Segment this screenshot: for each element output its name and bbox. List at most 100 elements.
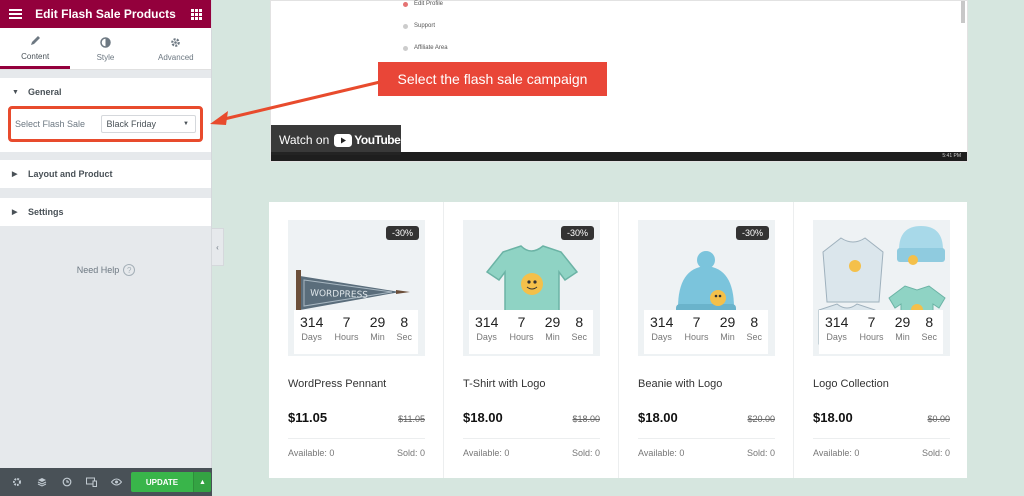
chevron-left-icon: ‹ xyxy=(216,242,219,252)
youtube-play-icon xyxy=(334,133,353,147)
tab-style[interactable]: Style xyxy=(70,28,140,69)
countdown-value: 29 xyxy=(544,314,561,330)
product-image[interactable]: 314 Days 7 Hours 29 Min 8 Sec xyxy=(813,220,950,356)
countdown-sec: 8 Sec xyxy=(571,314,587,354)
product-image[interactable]: -30% 314 Days 7 Hours 29 Min 8 Sec xyxy=(638,220,775,356)
settings-gear-icon[interactable] xyxy=(4,468,29,496)
caret-right-icon: ▶ xyxy=(12,209,18,216)
countdown-value: 8 xyxy=(400,314,409,330)
discount-badge: -30% xyxy=(560,226,594,240)
countdown-min: 29 Min xyxy=(545,314,561,354)
product-card[interactable]: -30% 314 Days 7 Hours 29 Min 8 Sec T-Shirt w… xyxy=(444,202,619,478)
countdown-value: 8 xyxy=(575,314,584,330)
history-icon[interactable] xyxy=(54,468,79,496)
panel-tabs: Content Style Advanced xyxy=(0,28,211,70)
video-menu-label: Support xyxy=(414,23,436,29)
section-layout-toggle[interactable]: ▶ Layout and Product xyxy=(0,160,211,188)
product-card[interactable]: 314 Days 7 Hours 29 Min 8 Sec Logo Collectio… xyxy=(794,202,968,478)
gear-icon xyxy=(170,35,181,49)
countdown-unit: Min xyxy=(545,332,560,342)
section-general-toggle[interactable]: ▼ General xyxy=(0,78,211,106)
tab-advanced-label: Advanced xyxy=(158,53,194,62)
video-menu-item: Affiliate Area xyxy=(403,45,448,51)
product-image[interactable]: -30% 314 Days 7 Hours 29 Min 8 Sec xyxy=(463,220,600,356)
navigator-layers-icon[interactable] xyxy=(29,468,54,496)
product-prices: $18.00 $0.00 xyxy=(813,410,950,425)
hamburger-menu-icon[interactable] xyxy=(0,9,30,19)
section-settings-toggle[interactable]: ▶ Settings xyxy=(0,198,211,226)
tab-advanced[interactable]: Advanced xyxy=(141,28,211,69)
stock-info: Available: 0 Sold: 0 xyxy=(638,448,775,458)
update-options-caret-icon[interactable]: ▲ xyxy=(193,472,211,492)
panel-collapse-handle[interactable]: ‹ xyxy=(212,228,224,266)
countdown-value: 314 xyxy=(475,314,499,330)
divider xyxy=(288,438,425,439)
need-help-link[interactable]: Need Help ? xyxy=(0,264,212,276)
product-image[interactable]: WORDPRESS -30% 314 Days 7 Hours 29 Min 8 Sec xyxy=(288,220,425,356)
regular-price: $20.00 xyxy=(747,414,775,424)
update-button[interactable]: UPDATE xyxy=(131,472,193,492)
divider xyxy=(638,438,775,439)
watch-on-label: Watch on xyxy=(279,133,330,147)
countdown-unit: Hours xyxy=(684,332,709,342)
countdown-value: 29 xyxy=(894,314,911,330)
countdown-timer: 314 Days 7 Hours 29 Min 8 Sec xyxy=(644,310,768,354)
share-icon xyxy=(403,45,408,51)
countdown-min: 29 Min xyxy=(720,314,736,354)
support-icon xyxy=(403,23,408,29)
video-embed[interactable]: Edit Profile Support Affiliate Area 5:41… xyxy=(270,0,968,162)
flash-sale-label: Select Flash Sale xyxy=(15,119,86,129)
product-card[interactable]: -30% 314 Days 7 Hours 29 Min 8 Sec Beanie wi… xyxy=(619,202,794,478)
flash-sale-value: Black Friday xyxy=(106,119,156,129)
preview-eye-icon[interactable] xyxy=(104,468,129,496)
available-count: Available: 0 xyxy=(813,448,860,458)
tab-style-label: Style xyxy=(96,53,115,62)
responsive-mode-icon[interactable] xyxy=(79,468,104,496)
countdown-unit: Days xyxy=(826,332,847,342)
widgets-grid-icon[interactable] xyxy=(181,8,211,20)
user-icon xyxy=(403,1,408,7)
video-clock: 5:41 PM xyxy=(942,153,961,159)
countdown-sec: 8 Sec xyxy=(746,314,762,354)
countdown-days: 314 Days xyxy=(825,314,848,354)
tab-content-label: Content xyxy=(21,51,50,61)
countdown-timer: 314 Days 7 Hours 29 Min 8 Sec xyxy=(819,310,943,354)
countdown-unit: Days xyxy=(476,332,497,342)
stock-info: Available: 0 Sold: 0 xyxy=(463,448,600,458)
countdown-unit: Sec xyxy=(746,332,762,342)
flash-sale-control: Select Flash Sale Black Friday ▼ xyxy=(8,106,203,142)
countdown-hours: 7 Hours xyxy=(860,314,884,354)
product-card[interactable]: WORDPRESS -30% 314 Days 7 Hours 29 Min 8 Sec… xyxy=(269,202,444,478)
countdown-value: 314 xyxy=(825,314,849,330)
countdown-unit: Sec xyxy=(571,332,587,342)
divider xyxy=(813,438,950,439)
product-name[interactable]: WordPress Pennant xyxy=(288,378,425,390)
caret-down-icon: ▼ xyxy=(12,88,19,96)
contrast-icon xyxy=(100,35,111,49)
question-icon: ? xyxy=(123,264,136,276)
countdown-unit: Days xyxy=(301,332,322,342)
countdown-unit: Hours xyxy=(334,332,359,342)
section-general: ▼ General Select Flash Sale Black Friday… xyxy=(0,78,211,152)
product-name[interactable]: Logo Collection xyxy=(813,378,950,390)
panel-footer: UPDATE ▲ xyxy=(0,468,212,496)
flash-sale-select[interactable]: Black Friday ▼ xyxy=(101,115,196,133)
available-count: Available: 0 xyxy=(638,448,685,458)
countdown-value: 314 xyxy=(650,314,674,330)
product-name[interactable]: T-Shirt with Logo xyxy=(463,378,600,390)
countdown-value: 7 xyxy=(342,314,351,330)
video-menu-label: Edit Profile xyxy=(414,1,444,7)
countdown-value: 7 xyxy=(867,314,876,330)
watch-on-youtube-button[interactable]: Watch on YouTube xyxy=(271,125,401,155)
countdown-sec: 8 Sec xyxy=(921,314,937,354)
countdown-timer: 314 Days 7 Hours 29 Min 8 Sec xyxy=(294,310,418,354)
tab-content[interactable]: Content xyxy=(0,28,71,69)
section-layout-label: Layout and Product xyxy=(28,169,113,179)
countdown-unit: Min xyxy=(720,332,735,342)
editor-panel: Edit Flash Sale Products Content Style A… xyxy=(0,0,212,496)
product-name[interactable]: Beanie with Logo xyxy=(638,378,775,390)
countdown-unit: Days xyxy=(651,332,672,342)
countdown-hours: 7 Hours xyxy=(685,314,709,354)
svg-text:WORDPRESS: WORDPRESS xyxy=(310,289,369,301)
countdown-unit: Min xyxy=(370,332,385,342)
